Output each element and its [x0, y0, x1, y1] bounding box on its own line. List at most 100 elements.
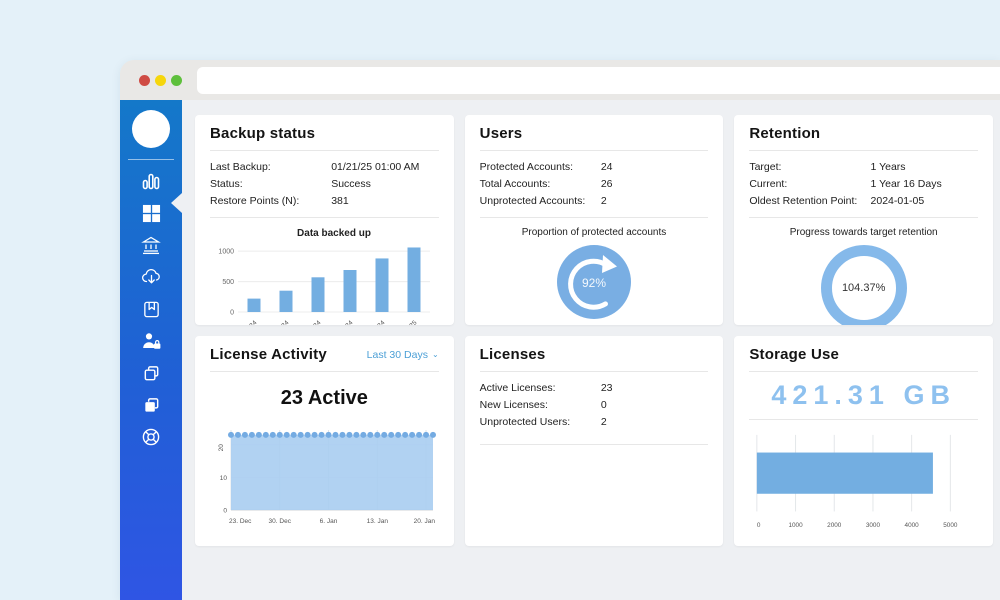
- kv-value: 24: [601, 159, 708, 176]
- kv-row: Active Licenses: 23: [480, 380, 709, 397]
- backup-bar-chart: Data backed up0500100008/202409/202410/2…: [210, 226, 439, 325]
- svg-text:0: 0: [223, 508, 227, 515]
- svg-text:4000: 4000: [905, 522, 920, 529]
- kv-row: Target: 1 Years: [749, 159, 978, 176]
- svg-text:23. Dec: 23. Dec: [229, 518, 252, 525]
- kv-value: Success: [331, 176, 438, 193]
- dashboard-content: Backup status Last Backup: 01/21/25 01:0…: [182, 100, 1000, 600]
- kv-row: Status: Success: [210, 176, 439, 193]
- kv-value: 1 Year 16 Days: [871, 176, 978, 193]
- users-title: Users: [480, 125, 709, 142]
- kv-label: Active Licenses:: [480, 380, 601, 397]
- close-window-button[interactable]: [139, 75, 150, 86]
- kv-label: Protected Accounts:: [480, 159, 601, 176]
- book-icon: [142, 300, 161, 319]
- date-range-label: Last 30 Days: [367, 349, 428, 361]
- kv-row: New Licenses: 0: [480, 397, 709, 414]
- svg-text:01/2025: 01/2025: [397, 320, 419, 325]
- card-licenses: Licenses Active Licenses: 23 New License…: [465, 336, 724, 546]
- licenses-title: Licenses: [480, 346, 709, 363]
- svg-text:1000: 1000: [218, 249, 234, 256]
- traffic-lights: [139, 75, 182, 86]
- kv-label: Last Backup:: [210, 159, 331, 176]
- kv-label: Status:: [210, 176, 331, 193]
- kv-label: Restore Points (N):: [210, 193, 331, 210]
- browser-window: Backup status Last Backup: 01/21/25 01:0…: [120, 60, 1000, 600]
- svg-text:500: 500: [222, 279, 234, 286]
- svg-text:5000: 5000: [944, 522, 959, 529]
- date-range-dropdown[interactable]: Last 30 Days ⌄: [367, 349, 439, 361]
- users-chart-caption: Proportion of protected accounts: [480, 227, 709, 238]
- sidebar-item-life-ring[interactable]: [120, 421, 182, 453]
- minimize-window-button[interactable]: [155, 75, 166, 86]
- card-backup-status: Backup status Last Backup: 01/21/25 01:0…: [195, 115, 454, 325]
- sidebar-item-bank[interactable]: [120, 229, 182, 261]
- backup-status-title: Backup status: [210, 125, 439, 142]
- storage-hbar-chart: 010002000300040005000: [749, 428, 978, 534]
- svg-text:09/2024: 09/2024: [269, 320, 291, 325]
- selected-item-notch: [161, 193, 182, 213]
- maximize-window-button[interactable]: [171, 75, 182, 86]
- kv-row: Current: 1 Year 16 Days: [749, 176, 978, 193]
- divider: [210, 217, 439, 218]
- svg-text:13. Jan: 13. Jan: [366, 518, 388, 525]
- card-storage-use: Storage Use 421.31 GB 010002000300040005…: [734, 336, 993, 546]
- sidebar-item-book[interactable]: [120, 293, 182, 325]
- user-lock-icon: [141, 331, 162, 351]
- kv-label: Unprotected Users:: [480, 414, 601, 431]
- storage-use-title: Storage Use: [749, 346, 978, 363]
- divider: [749, 217, 978, 218]
- sidebar-item-user-lock[interactable]: [120, 325, 182, 357]
- svg-text:30. Dec: 30. Dec: [268, 518, 291, 525]
- sidebar-item-copy-filled[interactable]: [120, 389, 182, 421]
- svg-text:0: 0: [757, 522, 761, 529]
- retention-progress-ring: 104.37%: [821, 245, 907, 325]
- sidebar-item-copy[interactable]: [120, 357, 182, 389]
- kv-value: 2: [601, 414, 708, 431]
- card-users: Users Protected Accounts: 24 Total Accou…: [465, 115, 724, 325]
- kv-label: Oldest Retention Point:: [749, 193, 870, 210]
- svg-text:1000: 1000: [789, 522, 804, 529]
- kv-value: 381: [331, 193, 438, 210]
- retention-percentage: 104.37%: [842, 282, 885, 294]
- svg-text:20: 20: [218, 444, 225, 452]
- kv-row: Unprotected Users: 2: [480, 414, 709, 431]
- copy-icon: [142, 364, 161, 383]
- kv-value: 26: [601, 176, 708, 193]
- sidebar-divider: [128, 159, 174, 160]
- license-area-chart: 0102023. Dec30. Dec6. Jan13. Jan20. Jan: [210, 420, 439, 528]
- storage-amount: 421.31 GB: [749, 380, 978, 411]
- kv-label: New Licenses:: [480, 397, 601, 414]
- bar-chart-icon: [141, 171, 161, 191]
- avatar[interactable]: [132, 110, 170, 148]
- app-sidebar: [120, 100, 182, 600]
- kv-label: Target:: [749, 159, 870, 176]
- svg-text:0: 0: [230, 310, 234, 317]
- divider: [480, 217, 709, 218]
- protected-accounts-gauge: 92%: [557, 245, 631, 319]
- kv-row: Last Backup: 01/21/25 01:00 AM: [210, 159, 439, 176]
- divider: [480, 444, 709, 445]
- protected-percentage: 92%: [557, 276, 631, 290]
- kv-value: 0: [601, 397, 708, 414]
- divider: [210, 150, 439, 151]
- bank-icon: [141, 235, 161, 255]
- kv-row: Restore Points (N): 381: [210, 193, 439, 210]
- kv-label: Total Accounts:: [480, 176, 601, 193]
- cloud-download-icon: [141, 267, 162, 287]
- svg-text:11/2024: 11/2024: [333, 320, 354, 325]
- retention-title: Retention: [749, 125, 978, 142]
- svg-text:20. Jan: 20. Jan: [414, 518, 436, 525]
- window-titlebar: [120, 60, 1000, 100]
- svg-text:3000: 3000: [866, 522, 881, 529]
- retention-chart-caption: Progress towards target retention: [749, 227, 978, 238]
- address-bar-input[interactable]: [197, 67, 1000, 94]
- svg-text:08/2024: 08/2024: [237, 320, 259, 325]
- kv-value: 23: [601, 380, 708, 397]
- svg-text:Data backed up: Data backed up: [297, 228, 371, 239]
- divider: [749, 371, 978, 372]
- kv-value: 01/21/25 01:00 AM: [331, 159, 438, 176]
- kv-value: 2: [601, 193, 708, 210]
- sidebar-item-cloud-download[interactable]: [120, 261, 182, 293]
- windows-grid-icon: [142, 204, 161, 223]
